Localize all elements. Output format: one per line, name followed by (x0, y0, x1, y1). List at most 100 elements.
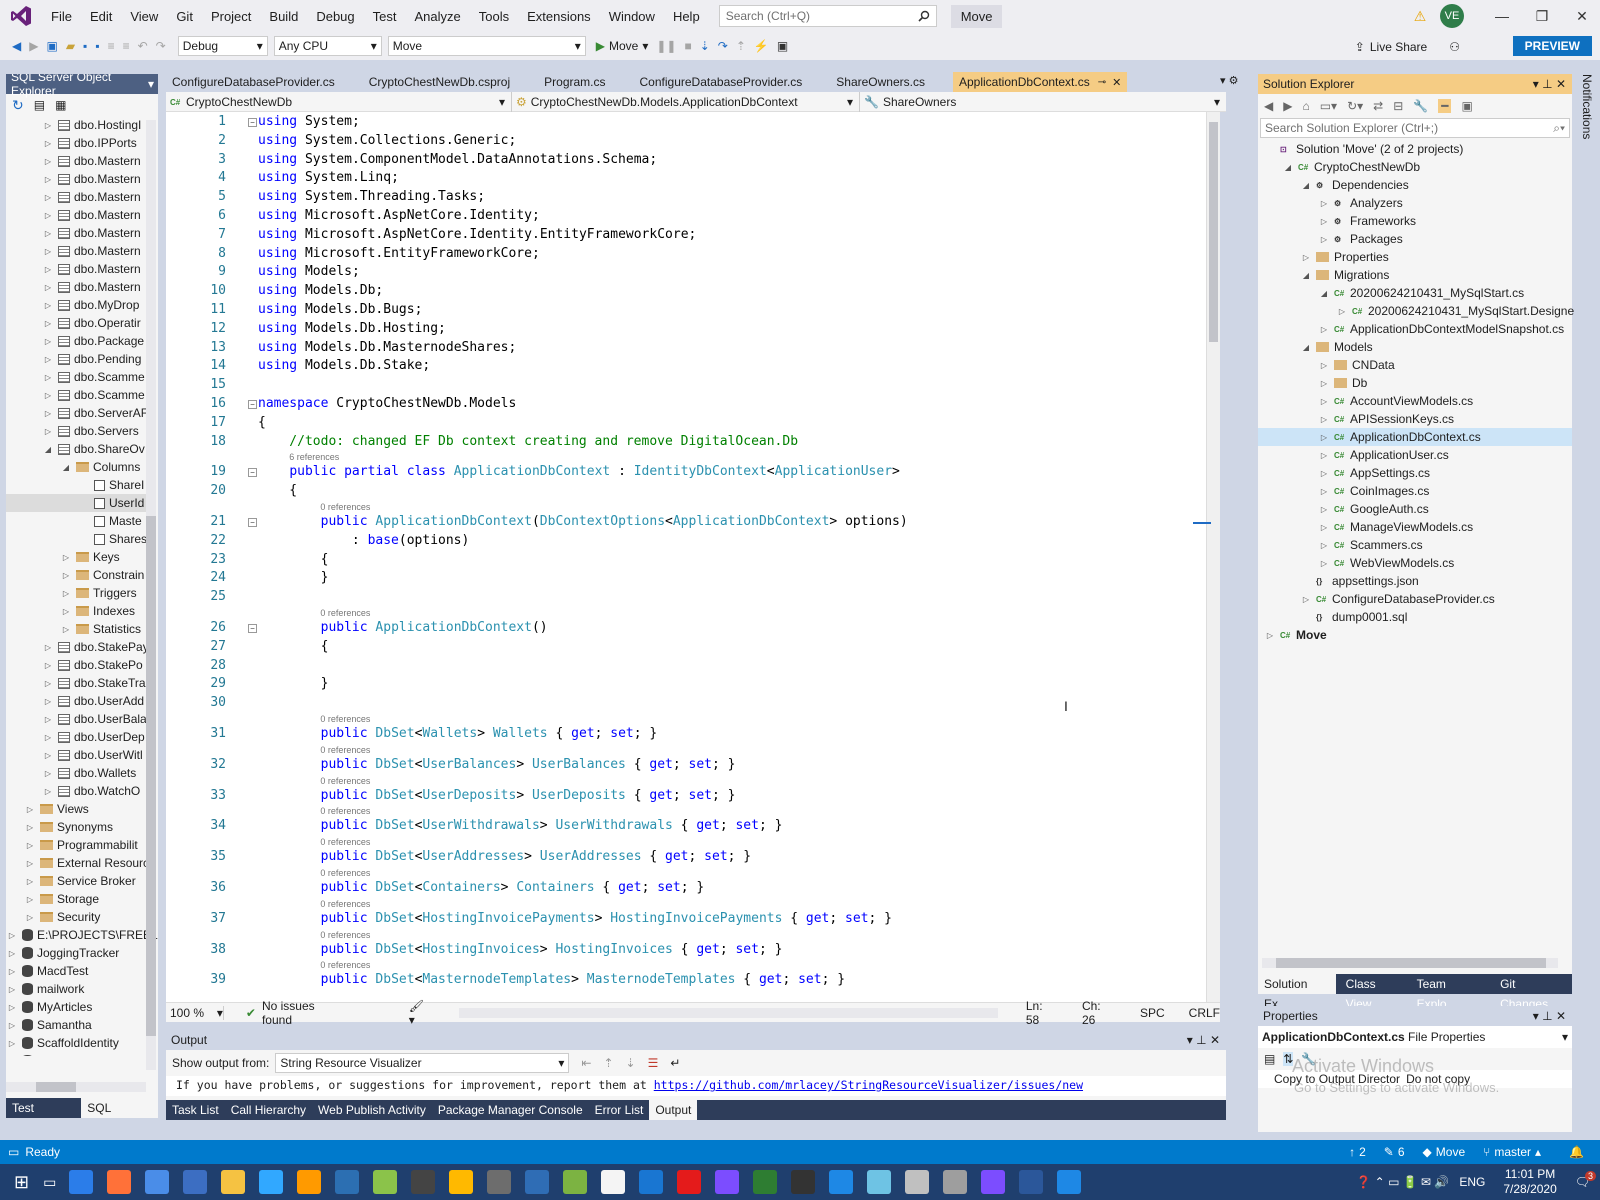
solution-tree-item[interactable]: ▷ C# APISessionKeys.cs (1258, 410, 1572, 428)
taskbar-app-icon[interactable] (905, 1170, 930, 1194)
collapsed-arrow-icon[interactable]: ▷ (1318, 325, 1330, 334)
configuration-select[interactable]: Debug ▾ (177, 36, 268, 56)
collapsed-arrow-icon[interactable]: ▷ (42, 319, 54, 328)
taskbar-app-icon[interactable] (639, 1170, 664, 1194)
collapsed-arrow-icon[interactable]: ▷ (6, 949, 18, 958)
taskbar-app-icon[interactable] (107, 1170, 132, 1194)
solution-tree-item[interactable]: ▷ C# ApplicationDbContext.cs (1258, 428, 1572, 446)
solution-tree-item[interactable]: ◢ C# CryptoChestNewDb (1258, 158, 1572, 176)
menu-item-tools[interactable]: Tools (470, 9, 518, 24)
sql-tree-item[interactable]: ▷ mailwork (6, 980, 146, 998)
solution-tree-item[interactable]: ▷ Properties (1258, 248, 1572, 266)
collapsed-arrow-icon[interactable]: ▷ (42, 391, 54, 400)
solution-tree-item[interactable]: ▷ C# WebViewModels.cs (1258, 554, 1572, 572)
menu-item-file[interactable]: File (42, 9, 81, 24)
sql-tree-item[interactable]: ▷ Views (6, 800, 146, 818)
sql-tree-item[interactable]: ▷ dbo.Mastern (6, 188, 146, 206)
taskbar-app-icon[interactable] (487, 1170, 512, 1194)
sql-tree-item[interactable]: ▷ dbo.Wallets (6, 764, 146, 782)
collapsed-arrow-icon[interactable]: ▷ (42, 715, 54, 724)
close-icon[interactable]: ✕ (1562, 8, 1600, 25)
collapsed-arrow-icon[interactable]: ▷ (60, 571, 72, 580)
document-tab[interactable]: ConfigureDatabaseProvider.cs (634, 72, 809, 92)
menu-item-build[interactable]: Build (260, 9, 307, 24)
type-dropdown[interactable]: ⚙ CryptoChestNewDb.Models.ApplicationDbCo… (512, 92, 860, 112)
codelens-references[interactable]: 0 references (320, 930, 370, 940)
sql-tree-item[interactable]: ▷ Samantha (6, 1016, 146, 1034)
forward-icon[interactable]: ▶ (29, 39, 38, 53)
collapsed-arrow-icon[interactable]: ▷ (1318, 505, 1330, 514)
taskbar-app-icon[interactable] (1057, 1170, 1082, 1194)
forward-icon[interactable]: ▶ (1283, 99, 1292, 113)
menu-item-analyze[interactable]: Analyze (405, 9, 469, 24)
property-row[interactable]: Copy to Output Director Do not copy Activ… (1258, 1056, 1572, 1095)
collapsed-arrow-icon[interactable]: ▷ (6, 1039, 18, 1048)
solution-tree-item[interactable]: ▷ C# ApplicationDbContextModelSnapshot.cs (1258, 320, 1572, 338)
collapsed-arrow-icon[interactable]: ▷ (1318, 559, 1330, 568)
collapsed-arrow-icon[interactable]: ▷ (42, 373, 54, 382)
tab-overflow-icon[interactable]: ▾ ⚙ (1220, 74, 1238, 87)
sql-tree-item[interactable]: ▷ dbo.MyDrop (6, 296, 146, 314)
sql-tree-item[interactable]: Maste (6, 512, 146, 530)
history-icon[interactable]: ↻▾ (1347, 99, 1363, 113)
menu-item-help[interactable]: Help (664, 9, 709, 24)
redo-icon[interactable]: ↷ (156, 39, 166, 53)
collapsed-arrow-icon[interactable]: ▷ (6, 1021, 18, 1030)
collapsed-arrow-icon[interactable]: ▷ (42, 337, 54, 346)
collapsed-arrow-icon[interactable]: ▷ (42, 139, 54, 148)
codelens-references[interactable]: 0 references (320, 899, 370, 909)
collapsed-arrow-icon[interactable]: ▷ (1318, 217, 1330, 226)
solution-tree-item[interactable]: ▷ ⚙ Analyzers (1258, 194, 1572, 212)
solution-tree-item[interactable]: ▷ C# ManageViewModels.cs (1258, 518, 1572, 536)
sql-tree-item[interactable]: ▷ External Resourc (6, 854, 149, 872)
collapse-region-icon[interactable]: − (248, 624, 257, 633)
find-message-icon[interactable]: ⇤ (581, 1056, 591, 1070)
save-icon[interactable]: ▪ (83, 39, 87, 53)
taskbar-app-icon[interactable] (1019, 1170, 1044, 1194)
expanded-arrow-icon[interactable]: ◢ (1282, 163, 1294, 172)
solution-tree-item[interactable]: ▷ ⚙ Frameworks (1258, 212, 1572, 230)
sql-tree-item[interactable]: ▷ Security (6, 908, 146, 926)
line-number-status[interactable]: Ln: 58 (1026, 999, 1058, 1027)
document-tab[interactable]: ConfigureDatabaseProvider.cs (166, 72, 341, 92)
codelens-references[interactable]: 0 references (320, 868, 370, 878)
collapsed-arrow-icon[interactable]: ▷ (42, 211, 54, 220)
taskbar-app-icon[interactable] (525, 1170, 550, 1194)
document-tab[interactable]: Program.cs (538, 72, 611, 92)
switch-views-icon[interactable]: ▭▾ (1320, 99, 1337, 113)
collapsed-arrow-icon[interactable]: ▷ (42, 265, 54, 274)
editor-hscrollbar[interactable] (459, 1007, 998, 1018)
taskbar-app-icon[interactable] (601, 1170, 626, 1194)
properties-icon[interactable]: 🔧 (1413, 99, 1428, 113)
taskbar-app-icon[interactable] (943, 1170, 968, 1194)
codelens-references[interactable]: 0 references (320, 806, 370, 816)
taskbar-app-icon[interactable] (677, 1170, 702, 1194)
startup-project-select[interactable]: Move ▾ (387, 36, 586, 56)
menu-item-project[interactable]: Project (202, 9, 260, 24)
editor-vertical-scrollbar[interactable] (1193, 112, 1220, 1002)
sql-tree-item[interactable]: Shares (6, 530, 147, 548)
expanded-arrow-icon[interactable]: ◢ (1300, 343, 1312, 352)
code-editor[interactable]: 1− using System; 2 using System.Collections… (166, 112, 1220, 1002)
collapsed-arrow-icon[interactable]: ▷ (42, 643, 54, 652)
restore-icon[interactable]: ❐ (1522, 8, 1562, 25)
taskbar-app-icon[interactable] (335, 1170, 360, 1194)
sql-tree-item[interactable]: ▷ dbo.Scamme (6, 368, 146, 386)
taskbar-app-icon[interactable] (69, 1170, 94, 1194)
sql-tree-item[interactable]: ◢ dbo.ShareOv (6, 440, 146, 458)
taskbar-app-icon[interactable] (373, 1170, 398, 1194)
collapsed-arrow-icon[interactable]: ▷ (1318, 487, 1330, 496)
pin-icon[interactable]: ━ (1438, 99, 1452, 113)
taskbar-app-icon[interactable] (791, 1170, 816, 1194)
collapsed-arrow-icon[interactable]: ▷ (42, 247, 54, 256)
sql-tree-item[interactable]: ▷ ScaffoldIdentity (6, 1034, 146, 1052)
collapsed-arrow-icon[interactable]: ▷ (6, 1003, 18, 1012)
sql-tree-item[interactable]: ▷ dbo.HostingI (6, 116, 146, 134)
sql-tree-item[interactable]: ▷ Indexes (6, 602, 146, 620)
sql-tree-item[interactable]: ▷ Service Broker (6, 872, 146, 890)
collapsed-arrow-icon[interactable]: ▷ (24, 841, 36, 850)
changes-count[interactable]: 6 (1398, 1145, 1405, 1159)
sql-tree-item[interactable]: UserId (6, 494, 146, 512)
taskbar-app-icon[interactable] (449, 1170, 474, 1194)
right-pane-tab[interactable]: Solution Ex... (1258, 974, 1336, 1011)
